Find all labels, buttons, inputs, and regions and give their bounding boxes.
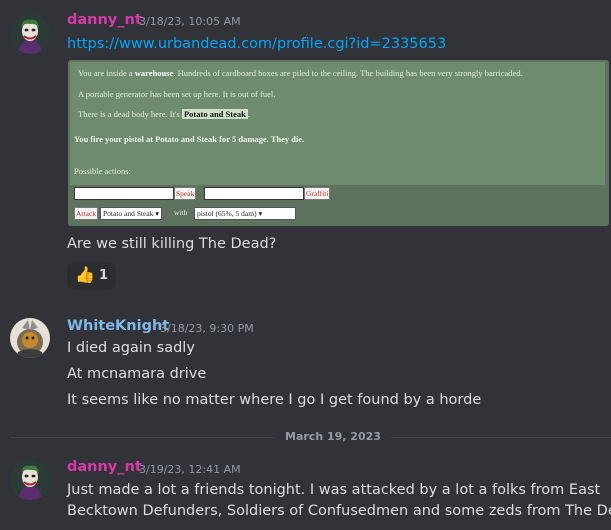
avatar-danny[interactable] <box>10 460 50 500</box>
graffiti-button[interactable]: Graffiti <box>304 187 331 200</box>
timestamp: 3/18/23, 10:05 AM <box>139 15 241 28</box>
message-line: At mcnamara drive <box>67 366 207 382</box>
message-line: I died again sadly <box>67 340 195 356</box>
target-select[interactable]: Potato and Steak ▾ <box>100 207 163 220</box>
inside-text: You are inside a warehouse. Hundreds of … <box>78 68 523 78</box>
avatar-danny[interactable] <box>10 14 50 54</box>
possible-actions-label: Possible actions: <box>74 166 131 176</box>
author-name[interactable]: WhiteKnight <box>67 318 169 334</box>
embedded-screenshot[interactable]: You are inside a warehouse. Hundreds of … <box>68 60 609 226</box>
thumbs-up-icon: 👍 <box>75 265 95 284</box>
generator-text: A portable generator has been set up her… <box>78 89 276 99</box>
timestamp: 3/19/23, 12:41 AM <box>139 463 241 476</box>
attack-button[interactable]: Attack <box>74 207 98 220</box>
author-name[interactable]: danny_nt <box>67 459 142 475</box>
message-line: It seems like no matter where I go I get… <box>67 392 482 408</box>
message-text: Are we still killing The Dead? <box>67 236 277 252</box>
timestamp: 3/18/23, 9:30 PM <box>160 322 254 335</box>
date-divider: March 19, 2023 <box>275 430 391 443</box>
with-label: with <box>174 208 188 217</box>
author-name[interactable]: danny_nt <box>67 12 142 28</box>
body-text: There is a dead body here. It's Potato a… <box>78 109 250 119</box>
message-line: Just made a lot a friends tonight. I was… <box>67 482 601 498</box>
avatar-whiteknight[interactable] <box>10 318 50 358</box>
location-description: You are inside a warehouse. Hundreds of … <box>70 62 605 185</box>
speak-input[interactable] <box>74 187 174 200</box>
speak-button[interactable]: Speak <box>174 187 197 200</box>
message-line: Becktown Defunders, Soldiers of Confused… <box>67 503 611 519</box>
weapon-select[interactable]: pistol (65%, 5 dam) ▾ <box>194 207 296 220</box>
reaction-thumbs-up[interactable]: 👍 1 <box>67 262 116 290</box>
profile-link[interactable]: https://www.urbandead.com/profile.cgi?id… <box>67 36 446 52</box>
fire-result-text: You fire your pistol at Potato and Steak… <box>74 134 305 144</box>
graffiti-input[interactable] <box>204 187 304 200</box>
reaction-count: 1 <box>99 268 109 283</box>
